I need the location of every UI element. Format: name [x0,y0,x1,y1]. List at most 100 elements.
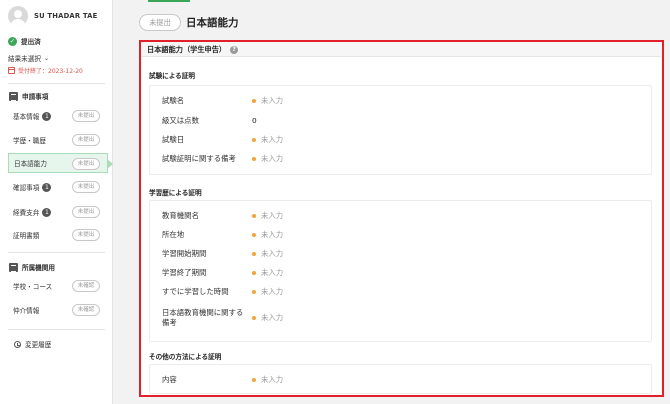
field-label: すでに学習した時間 [162,287,229,296]
panel-title: 日本語能力（学生申告） ? [147,45,239,55]
panel-title-text: 日本語能力（学生申告） [147,45,227,54]
field-value: 未入力 [252,249,283,259]
status-badge: 未提出 [139,14,181,31]
section-label: 申請事項 [22,93,49,101]
section-institution: 所属機関用 [9,262,55,272]
result-select[interactable]: 結果未選択 ⌄ [8,53,49,64]
deadline-notice: 受付終了：2023-12-20 [8,66,83,75]
field-value: 0 [252,116,257,126]
alert-count-badge: 1 [42,207,52,217]
sidebar-item-label: 経費支弁 [13,209,40,217]
field-label: 学習終了期間 [162,268,207,277]
status-pill: 未確認 [72,280,100,292]
status-pill: 未提出 [72,158,100,170]
field-value-text: 未入力 [261,268,284,277]
section-heading-study: 学習歴による証明 [149,189,202,197]
section-application-items: 申請事項 [9,91,48,101]
empty-dot-icon [252,252,256,256]
status-pill: 未提出 [72,229,100,241]
user-name: SU THADAR TAE [34,12,98,20]
field-value: 未入力 [252,211,283,221]
sidebar: SU THADAR TAE ✓ 提出済 結果未選択 ⌄ 受付終了：2023-12… [0,0,113,404]
field-label: 教育機関名 [162,211,199,220]
field-label: 試験名 [162,96,185,105]
alert-count-badge: 1 [42,182,52,192]
sidebar-item-label: 学校・コース [13,283,53,291]
sidebar-item-confirmation[interactable]: 確認事項 1 未提出 [0,177,113,197]
field-value-text: 未入力 [261,135,284,144]
sidebar-item-label: 基本情報 [13,113,40,121]
result-select-label: 結果未選択 [8,55,41,63]
deadline-text: 受付終了：2023-12-20 [18,68,83,75]
sidebar-item-japanese-ability[interactable]: 日本語能力 未提出 [8,153,113,173]
sidebar-item-label: 確認事項 [13,184,40,192]
sidebar-item-label: 証明書類 [13,232,40,240]
empty-dot-icon [252,214,256,218]
field-label: 試験日 [162,135,185,144]
status-pill: 未提出 [72,181,100,193]
status-pill: 未提出 [72,134,100,146]
empty-dot-icon [252,316,256,320]
submission-status: ✓ 提出済 [8,36,41,46]
sidebar-item-label: 学歴・職歴 [13,137,46,145]
study-card: 教育機関名 未入力 所在地 未入力 学習開始期間 未入力 学習終了期間 未入力 … [149,200,652,342]
field-value: 未入力 [252,375,283,385]
sidebar-item-agent-info[interactable]: 仲介情報 未確認 [0,300,113,320]
field-value-text: 未入力 [261,96,284,105]
sidebar-item-school-course[interactable]: 学校・コース 未確認 [0,276,113,296]
field-value-text: 未入力 [261,249,284,258]
calendar-icon [8,67,15,74]
other-card: 内容 未入力 [149,364,652,394]
field-value-text: 未入力 [261,313,284,322]
user-info: SU THADAR TAE [8,6,97,26]
field-value: 未入力 [252,96,283,106]
field-value-text: 未入力 [261,375,284,384]
sidebar-item-certificates[interactable]: 証明書類 未提出 [0,225,113,245]
status-label: 提出済 [21,38,41,46]
field-value: 未入力 [252,135,283,145]
status-pill: 未提出 [72,110,100,122]
japanese-ability-panel: 日本語能力（学生申告） ? 試験による証明 試験名 未入力 級又は点数 0 試験… [139,40,664,397]
page-title: 日本語能力 [186,17,239,29]
document-icon [9,91,18,101]
field-value-text: 未入力 [261,154,284,163]
sidebar-item-label: 日本語能力 [14,160,47,168]
sidebar-item-basic-info[interactable]: 基本情報 1 未提出 [0,106,113,126]
sidebar-item-education[interactable]: 学歴・職歴 未提出 [0,130,113,150]
active-tab-indicator [148,0,190,2]
field-label: 日本語教育機関に関する備考 [162,308,244,327]
empty-dot-icon [252,378,256,382]
avatar [8,6,28,26]
sidebar-item-expenses[interactable]: 経費支弁 1 未提出 [0,202,113,222]
field-value: 未入力 [252,230,283,240]
empty-dot-icon [252,99,256,103]
empty-dot-icon [252,271,256,275]
field-label: 級又は点数 [162,116,199,125]
field-label: 所在地 [162,230,185,239]
field-value: 未入力 [252,154,283,164]
status-pill: 未確認 [72,304,100,316]
chevron-down-icon: ⌄ [43,54,49,62]
history-label: 変更履歴 [25,341,52,349]
empty-dot-icon [252,157,256,161]
field-value-text: 未入力 [261,211,284,220]
divider [8,252,105,253]
section-label: 所属機関用 [22,264,55,272]
divider [8,83,105,84]
sidebar-item-label: 仲介情報 [13,307,40,315]
change-history-link[interactable]: 変更履歴 [14,339,51,349]
section-heading-exam: 試験による証明 [149,72,195,80]
field-value: 未入力 [252,287,283,297]
divider [8,329,105,330]
field-label: 試験証明に関する備考 [162,154,236,163]
history-icon [14,340,21,348]
field-value-text: 未入力 [261,287,284,296]
empty-dot-icon [252,290,256,294]
section-heading-other: その他の方法による証明 [149,353,222,361]
field-value: 未入力 [252,268,283,278]
help-icon[interactable]: ? [230,46,239,54]
field-value-text: 0 [252,116,257,125]
field-label: 学習開始期間 [162,249,207,258]
panel-body: 試験による証明 試験名 未入力 級又は点数 0 試験日 未入力 試験証明に関する… [142,56,661,395]
status-pill: 未提出 [72,206,100,218]
